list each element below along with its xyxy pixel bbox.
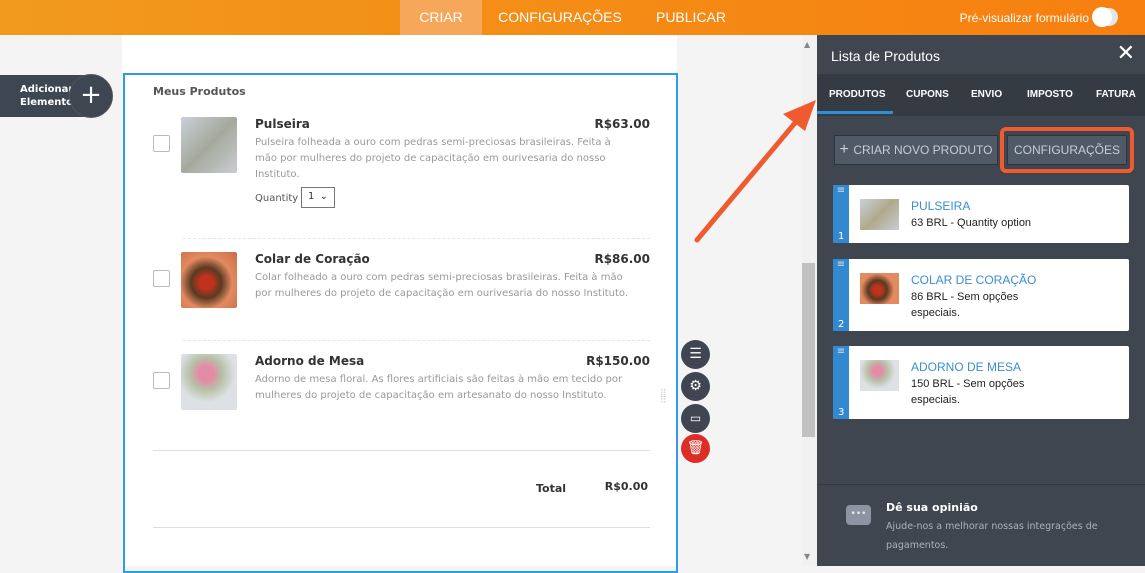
- panel-title: Lista de Produtos: [831, 48, 940, 64]
- product-name-link[interactable]: COLAR DE CORAÇÃO: [911, 273, 1036, 287]
- product-list-panel: Lista de Produtos ✕ PRODUTOS CUPONS ENVI…: [817, 35, 1145, 566]
- chat-bubble-icon: •••: [846, 505, 871, 525]
- divider: [817, 484, 1145, 485]
- product-name-link[interactable]: ADORNO DE MESA: [911, 360, 1021, 374]
- drag-handle-icon[interactable]: ≡ 3: [833, 346, 849, 419]
- product-summary: 63 BRL - Quantity option: [911, 217, 1032, 229]
- close-icon[interactable]: ✕: [1117, 41, 1135, 66]
- product-summary: 150 BRL - Sem opções especiais.: [911, 378, 1025, 406]
- tab-imposto[interactable]: IMPOSTO: [1027, 89, 1073, 100]
- product-card[interactable]: ≡ 3 ADORNO DE MESA 150 BRL - Sem opções e…: [833, 346, 1129, 419]
- item-number: 3: [838, 407, 845, 418]
- item-number: 1: [838, 231, 845, 242]
- create-product-button[interactable]: + CRIAR NOVO PRODUTO: [834, 135, 998, 165]
- drag-handle-icon[interactable]: ≡ 2: [833, 259, 849, 331]
- product-name-link[interactable]: PULSEIRA: [911, 199, 970, 213]
- tab-cupons[interactable]: CUPONS: [906, 89, 949, 100]
- feedback-description: Ajude-nos a melhorar nossas integrações …: [886, 521, 1098, 551]
- settings-button[interactable]: CONFIGURAÇÕES: [1007, 135, 1127, 165]
- feedback-title[interactable]: Dê sua opinião: [886, 501, 978, 514]
- create-product-label: CRIAR NOVO PRODUTO: [853, 143, 993, 157]
- product-card[interactable]: ≡ 2 COLAR DE CORAÇÃO 86 BRL - Sem opções …: [833, 259, 1129, 331]
- tab-fatura[interactable]: FATURA: [1096, 89, 1136, 100]
- tab-envio[interactable]: ENVIO: [971, 89, 1002, 100]
- tab-produtos[interactable]: PRODUTOS: [817, 89, 893, 114]
- product-card[interactable]: ≡ 1 PULSEIRA 63 BRL - Quantity option: [833, 185, 1129, 243]
- product-summary: 86 BRL - Sem opções especiais.: [911, 291, 1019, 319]
- product-thumbnail: [860, 273, 899, 304]
- plus-icon: +: [839, 141, 854, 158]
- product-thumbnail: [860, 360, 899, 391]
- drag-handle-icon[interactable]: ≡ 1: [833, 185, 849, 243]
- panel-tabs: PRODUTOS CUPONS ENVIO IMPOSTO FATURA: [817, 74, 1145, 116]
- product-thumbnail: [860, 199, 899, 230]
- item-number: 2: [838, 319, 845, 330]
